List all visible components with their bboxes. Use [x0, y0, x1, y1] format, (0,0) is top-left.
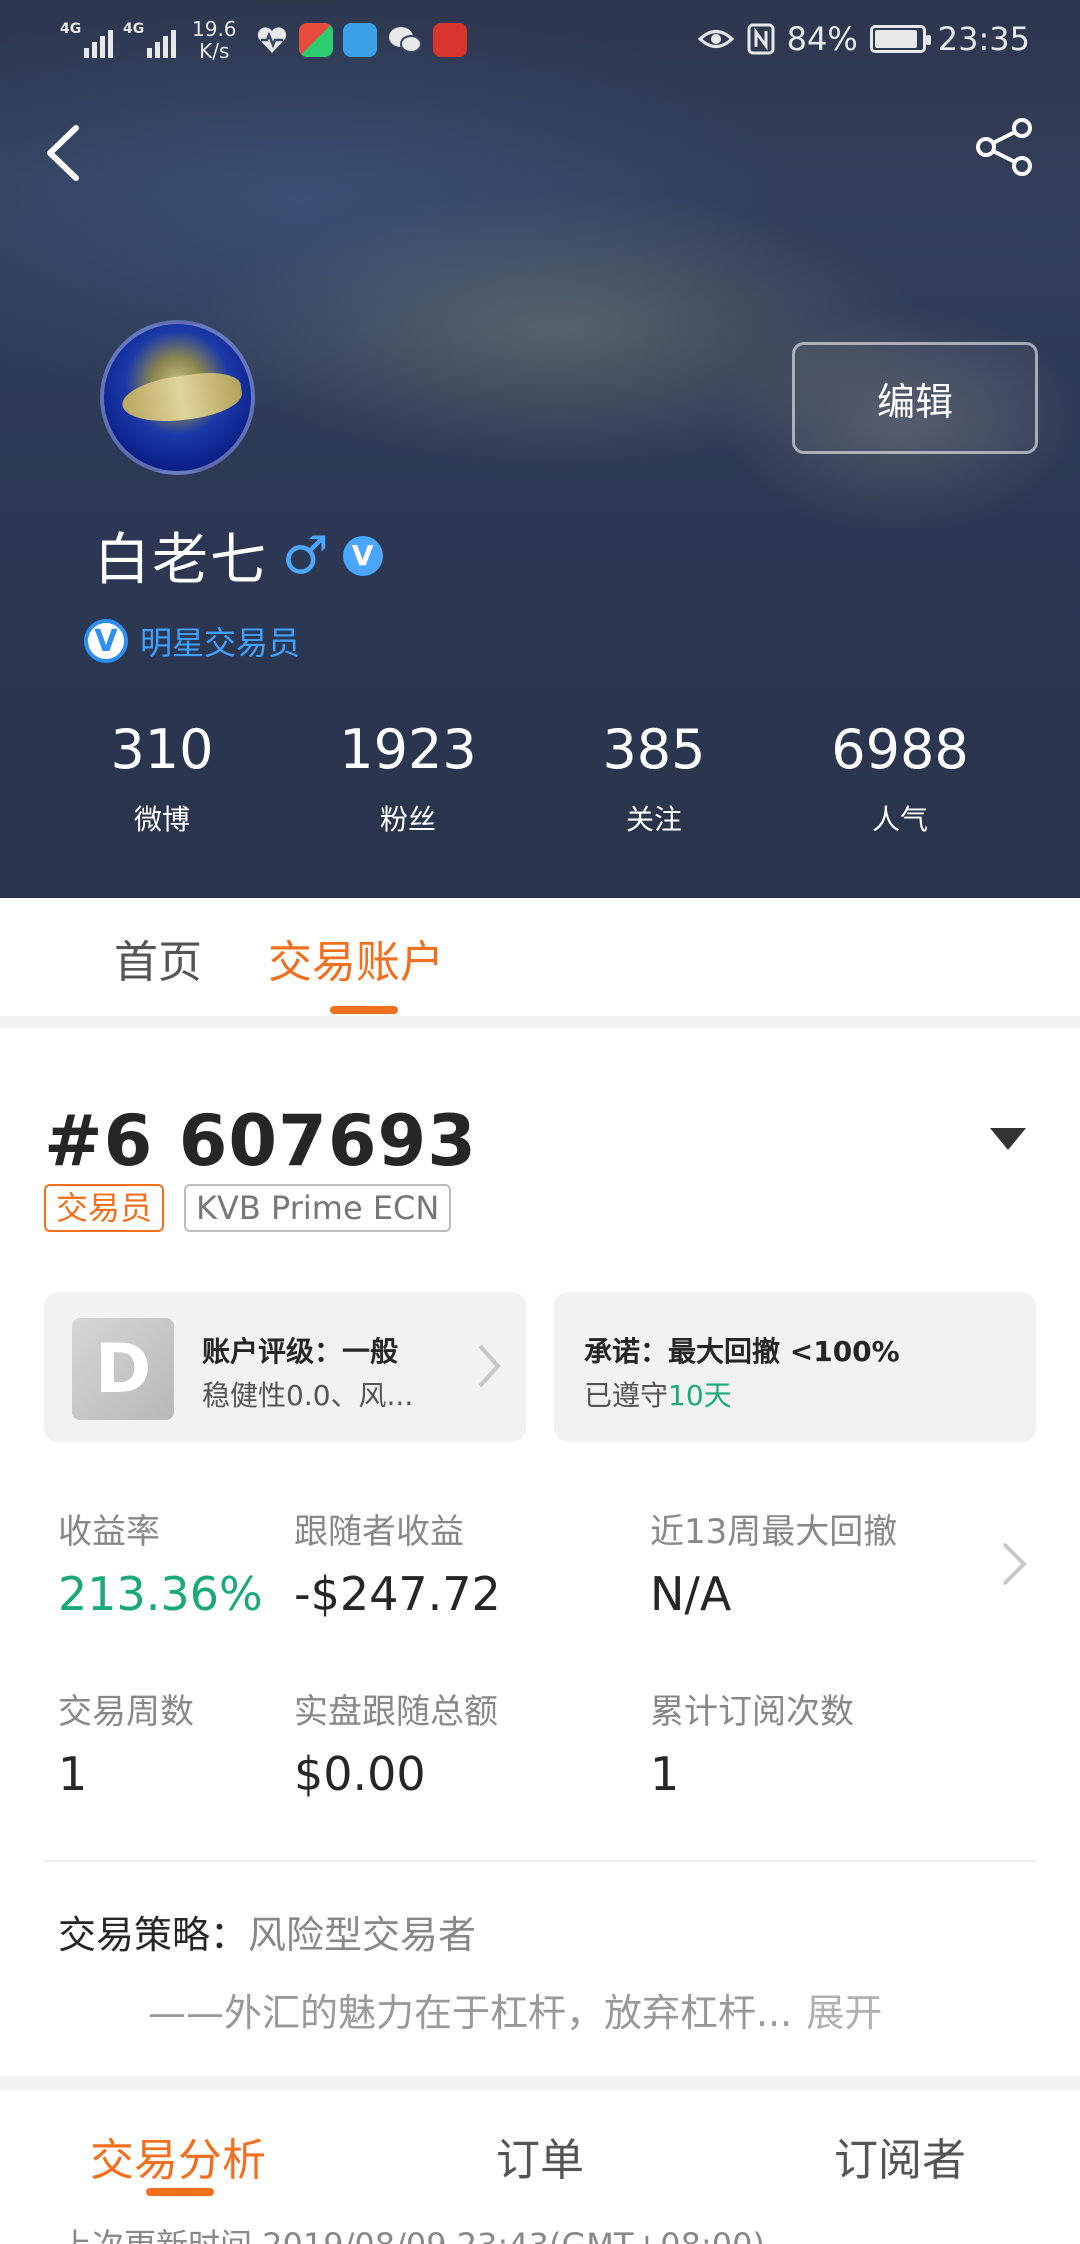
share-icon[interactable] — [972, 114, 1038, 180]
last-update-time: 上次更新时间 2019/08/09 23:43(GMT+08:00) — [60, 2220, 765, 2244]
user-name: 白老七 — [94, 528, 268, 593]
active-tab-indicator — [146, 2188, 214, 2196]
verified-badge-icon: V — [84, 619, 128, 663]
metric-max-drawdown[interactable]: 近13周最大回撤 N/A — [650, 1504, 897, 1621]
rating-subtitle: 稳健性0.0、风... — [202, 1379, 414, 1412]
network-speed: 19.6 K/s — [192, 17, 237, 63]
role-label: 明星交易员 — [140, 624, 301, 662]
expand-link[interactable]: 展开 — [806, 1991, 882, 2035]
profile-page: 4G 4G 19.6 K/s 84% 23:35 编辑 白老七 ♂ V V 明星… — [0, 0, 1080, 2244]
strategy-quote: ——外汇的魅力在于杠杆，放弃杠杆... 展开 — [148, 1991, 883, 2035]
trading-strategy: 交易策略：风险型交易者 — [58, 1913, 477, 1957]
grade-badge: D — [72, 1318, 174, 1420]
promise-card: 承诺：最大回撤 <100% 已遵守10天 — [554, 1292, 1036, 1442]
name-row: 白老七 ♂ V — [94, 515, 383, 596]
account-dropdown-icon[interactable] — [990, 1128, 1026, 1150]
tab-trading-analysis[interactable]: 交易分析 — [90, 2124, 266, 2188]
tab-home[interactable]: 首页 — [114, 926, 202, 990]
active-tab-indicator — [330, 1006, 398, 1014]
metric-follower-profit: 跟随者收益 -$247.72 — [294, 1512, 501, 1621]
stat-popularity[interactable]: 6988 人气 — [800, 718, 1000, 838]
metric-follow-total: 实盘跟随总额 $0.00 — [294, 1692, 498, 1801]
male-icon: ♂ — [282, 525, 329, 586]
account-number: #6 607693 — [44, 1100, 477, 1182]
avatar[interactable] — [100, 320, 255, 475]
metric-return-rate: 收益率 213.36% — [58, 1512, 263, 1621]
signal-icon: 4G — [123, 22, 176, 58]
eye-comfort-icon — [697, 30, 734, 48]
promise-kept: 已遵守10天 — [584, 1379, 732, 1412]
divider — [44, 1860, 1036, 1862]
app-notification-icon — [342, 23, 377, 57]
stat-following[interactable]: 385 关注 — [554, 718, 754, 838]
metric-subscriptions: 累计订阅次数 1 — [650, 1692, 854, 1801]
tab-orders[interactable]: 订单 — [496, 2124, 584, 2188]
tab-subscribers[interactable]: 订阅者 — [834, 2124, 966, 2188]
nfc-icon — [747, 23, 775, 55]
battery-percent: 84% — [786, 20, 858, 58]
tab-trading-account[interactable]: 交易账户 — [268, 926, 444, 990]
signal-icon: 4G — [60, 22, 113, 58]
chevron-right-icon[interactable] — [996, 1536, 1032, 1592]
stat-weibo[interactable]: 310 微博 — [62, 718, 262, 838]
edit-profile-button[interactable]: 编辑 — [792, 342, 1038, 454]
status-bar: 4G 4G 19.6 K/s 84% 23:35 — [0, 0, 1080, 80]
wechat-icon — [388, 27, 422, 53]
battery-icon — [869, 25, 931, 53]
app-notification-icon — [298, 23, 333, 57]
role-badge: V 明星交易员 — [84, 618, 300, 664]
rating-title: 账户评级：一般 — [202, 1335, 399, 1368]
verified-icon: V — [342, 535, 383, 576]
back-icon[interactable] — [36, 118, 92, 188]
promise-title: 承诺：最大回撤 <100% — [584, 1335, 900, 1368]
app-notification-icon — [432, 23, 467, 57]
clock: 23:35 — [937, 20, 1030, 58]
role-tag: 交易员 — [44, 1184, 165, 1232]
chevron-right-icon — [478, 1344, 501, 1388]
metric-trading-weeks: 交易周数 1 — [58, 1692, 194, 1801]
server-tag: KVB Prime ECN — [184, 1184, 452, 1232]
account-rating-card[interactable]: D 账户评级：一般 稳健性0.0、风... — [44, 1292, 526, 1442]
health-icon — [257, 27, 286, 53]
stat-fans[interactable]: 1923 粉丝 — [308, 718, 508, 838]
